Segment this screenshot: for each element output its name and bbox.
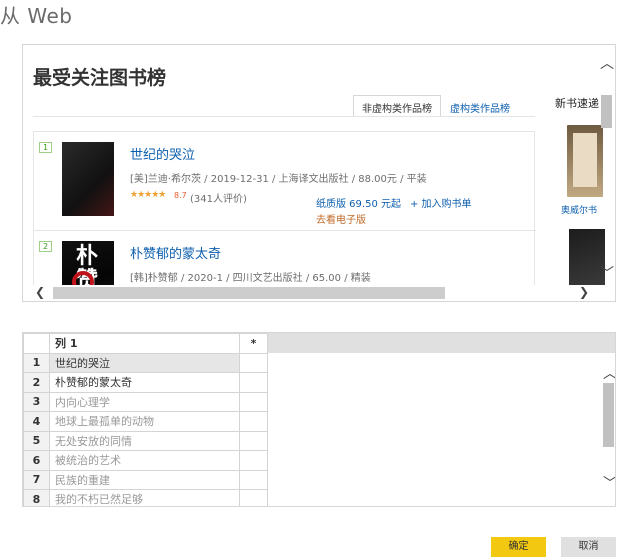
row-number: 2 bbox=[23, 372, 50, 393]
scroll-down-icon[interactable]: ﹀ bbox=[600, 263, 614, 283]
scroll-right-icon[interactable]: ❯ bbox=[579, 285, 589, 299]
scroll-down-icon[interactable]: ﹀ bbox=[603, 473, 615, 493]
book-title-link[interactable]: 世纪的哭泣 bbox=[130, 144, 195, 163]
review-count: (341人评价) bbox=[190, 194, 247, 205]
web-preview-panel: 最受关注图书榜 非虚构类作品榜 虚构类作品榜 新书速递 1 世纪的哭泣 [美]兰… bbox=[22, 44, 616, 302]
empty-cell bbox=[239, 450, 268, 471]
table-cell[interactable]: 内向心理学 bbox=[49, 391, 240, 412]
row-number: 7 bbox=[23, 469, 50, 490]
tab-nonfiction[interactable]: 非虚构类作品榜 bbox=[353, 95, 441, 117]
data-table: 列 1 * 1 世纪的哭泣 2 朴赞郁的蒙太奇 3 内向心理学 4 地球上最孤单… bbox=[23, 333, 268, 506]
empty-cell bbox=[239, 430, 268, 451]
table-cell[interactable]: 世纪的哭泣 bbox=[49, 352, 240, 373]
cancel-button[interactable]: 取消 bbox=[561, 537, 616, 557]
book-meta: [美]兰迪·希尔茨 / 2019-12-31 / 上海译文出版社 / 88.00… bbox=[130, 174, 427, 185]
row-number: 1 bbox=[23, 352, 50, 373]
empty-cell bbox=[239, 391, 268, 412]
scroll-thumb[interactable] bbox=[53, 287, 445, 299]
table-row: 5 无处安放的同情 bbox=[23, 430, 268, 451]
row-number: 4 bbox=[23, 411, 50, 432]
table-cell[interactable]: 无处安放的同情 bbox=[49, 430, 240, 451]
horizontal-scrollbar[interactable]: ❮ ❯ bbox=[23, 285, 615, 301]
scroll-up-icon[interactable]: ︿ bbox=[603, 363, 615, 383]
scroll-up-icon[interactable]: ︿ bbox=[600, 53, 614, 73]
empty-cell bbox=[239, 372, 268, 393]
window-title: 从 Web bbox=[0, 4, 73, 28]
scroll-thumb[interactable] bbox=[601, 95, 612, 128]
table-cell[interactable]: 被统治的艺术 bbox=[49, 450, 240, 471]
new-books-heading: 新书速递 bbox=[555, 97, 599, 110]
empty-cell bbox=[239, 352, 268, 373]
row-number: 8 bbox=[23, 489, 50, 506]
row-number: 6 bbox=[23, 450, 50, 471]
ebook-link[interactable]: 去看电子版 bbox=[316, 211, 366, 226]
book-cover[interactable] bbox=[62, 142, 114, 216]
add-column-header[interactable]: * bbox=[239, 333, 268, 354]
side-book-title[interactable]: 奥威尔书 bbox=[561, 203, 597, 216]
row-number: 3 bbox=[23, 391, 50, 412]
grid-vertical-scrollbar[interactable]: ︿ ﹀ bbox=[599, 353, 615, 506]
tab-fiction[interactable]: 虚构类作品榜 bbox=[441, 95, 519, 117]
data-preview-grid: 列 1 * 1 世纪的哭泣 2 朴赞郁的蒙太奇 3 内向心理学 4 地球上最孤单… bbox=[22, 332, 616, 507]
row-number: 5 bbox=[23, 430, 50, 451]
page-heading: 最受关注图书榜 bbox=[33, 67, 167, 89]
scroll-left-icon[interactable]: ❮ bbox=[35, 285, 45, 299]
rating-score: 8.7 bbox=[174, 191, 187, 200]
rank-badge: 2 bbox=[39, 241, 52, 252]
tabs: 非虚构类作品榜 虚构类作品榜 bbox=[353, 95, 519, 117]
price-link[interactable]: 纸质版 69.50 元起 bbox=[316, 195, 401, 210]
table-row: 3 内向心理学 bbox=[23, 391, 268, 412]
row-number-header bbox=[23, 333, 50, 354]
rating-stars-icon: ★★★★★ bbox=[130, 190, 166, 200]
empty-cell bbox=[239, 489, 268, 506]
empty-cell bbox=[239, 469, 268, 490]
rank-badge: 1 bbox=[39, 142, 52, 153]
table-cell[interactable]: 地球上最孤单的动物 bbox=[49, 411, 240, 432]
tab-divider bbox=[33, 116, 535, 117]
table-cell[interactable]: 朴赞郁的蒙太奇 bbox=[49, 372, 240, 393]
ok-button[interactable]: 确定 bbox=[491, 537, 546, 557]
table-row: 8 我的不朽已然足够 bbox=[23, 489, 268, 506]
grid-blank-area bbox=[267, 353, 615, 506]
add-to-cart-link[interactable]: + 加入购书单 bbox=[410, 195, 472, 210]
list-item: 1 世纪的哭泣 [美]兰迪·希尔茨 / 2019-12-31 / 上海译文出版社… bbox=[34, 132, 536, 230]
book-title-link[interactable]: 朴赞郁的蒙太奇 bbox=[130, 243, 221, 262]
table-row: 7 民族的重建 bbox=[23, 469, 268, 490]
empty-cell bbox=[239, 411, 268, 432]
table-row: 1 世纪的哭泣 bbox=[23, 352, 268, 373]
table-cell[interactable]: 民族的重建 bbox=[49, 469, 240, 490]
table-row: 2 朴赞郁的蒙太奇 bbox=[23, 372, 268, 393]
vertical-scrollbar[interactable]: ︿ ﹀ bbox=[597, 53, 615, 287]
book-list: 1 世纪的哭泣 [美]兰迪·希尔茨 / 2019-12-31 / 上海译文出版社… bbox=[33, 131, 536, 301]
table-row: 6 被统治的艺术 bbox=[23, 450, 268, 471]
book-meta: [韩]朴赞郁 / 2020-1 / 四川文艺出版社 / 65.00 / 精装 bbox=[130, 273, 371, 284]
scroll-thumb[interactable] bbox=[603, 383, 614, 447]
table-cell[interactable]: 我的不朽已然足够 bbox=[49, 489, 240, 506]
table-row: 4 地球上最孤单的动物 bbox=[23, 411, 268, 432]
column-header[interactable]: 列 1 bbox=[49, 333, 240, 354]
